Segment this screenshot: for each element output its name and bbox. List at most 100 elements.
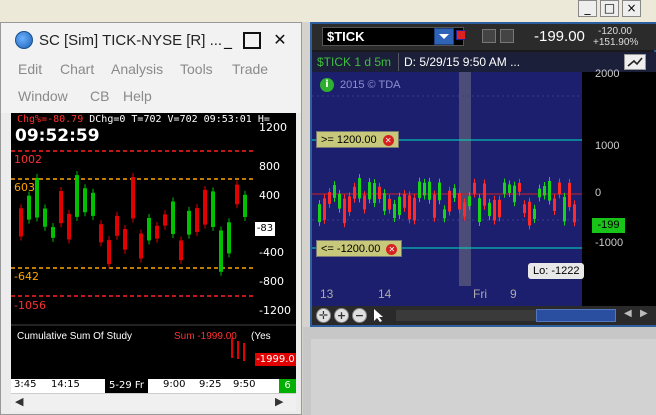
candle-body <box>219 230 223 272</box>
symbol-dropdown-icon[interactable] <box>434 28 454 45</box>
candle-body <box>533 208 536 219</box>
link-color-icon[interactable] <box>456 30 466 40</box>
candle-body <box>348 196 351 213</box>
candle-body <box>388 198 391 210</box>
candle-body <box>503 182 506 194</box>
candle-body <box>443 209 446 219</box>
candle-body <box>553 198 556 212</box>
level-label-neg642: -642 <box>14 270 39 283</box>
menu-cb[interactable]: CB <box>90 88 109 104</box>
globe-icon <box>15 31 33 49</box>
workspace-panel <box>311 339 656 415</box>
zoom-in-icon[interactable]: + <box>334 308 349 323</box>
sc-minimize-button[interactable]: _ <box>217 29 239 51</box>
tos-symbol-bar: $TICK -199.00 -120.00 +151.90% <box>312 24 656 50</box>
pan-icon[interactable]: ✛ <box>316 308 331 323</box>
study-bar <box>237 341 239 359</box>
candle-body <box>493 199 496 221</box>
candle-body <box>478 198 481 222</box>
change-pct-text: Chg%=-80.79 <box>17 114 84 125</box>
candle-body <box>523 204 526 214</box>
menu-analysis[interactable]: Analysis <box>111 61 163 77</box>
current-value-tag: -83 <box>255 222 275 236</box>
lower-alert-text: <= -1200.00 <box>321 243 381 255</box>
candle-body <box>423 182 426 196</box>
candle-body <box>428 181 431 200</box>
candle-body <box>187 210 191 235</box>
sc-clock: 09:52:59 <box>15 126 100 146</box>
scroll-right-icon[interactable]: ▶ <box>275 395 283 408</box>
info-icon[interactable]: i <box>320 78 334 92</box>
lower-alert-tag[interactable]: <= -1200.00 ✕ <box>316 240 403 257</box>
scroll-left-icon[interactable]: ◀ <box>624 308 632 319</box>
time-label: 9:50 <box>233 379 256 390</box>
time-label: 14:15 <box>51 379 80 390</box>
chart-scroll-track[interactable] <box>396 310 536 321</box>
candle-body <box>513 185 516 203</box>
sc-close-button[interactable]: ✕ <box>269 29 291 51</box>
menu-window[interactable]: Window <box>18 88 68 104</box>
candle-body <box>373 183 376 203</box>
candle-body <box>558 182 561 195</box>
candle-body <box>368 182 371 200</box>
candle-body <box>483 183 486 206</box>
candle-body <box>107 240 111 265</box>
date-marker: 5-29 Fr <box>105 379 149 393</box>
chart-settings-icon[interactable] <box>624 54 646 70</box>
candle-body <box>378 186 381 200</box>
minimize-button[interactable]: _ <box>578 0 597 17</box>
candle-body <box>573 204 576 223</box>
sc-chart-area[interactable]: Chg%=-80.79 DChg=0 T=702 V=702 09:53:01 … <box>11 113 296 379</box>
candle-body <box>163 214 167 226</box>
candle-body <box>43 208 47 227</box>
thinkorswim-chart-window: $TICK -199.00 -120.00 +151.90% $TICK 1 d… <box>310 22 656 327</box>
candle-body <box>328 192 331 204</box>
menu-trade[interactable]: Trade <box>232 61 268 77</box>
candle-body <box>468 196 471 207</box>
level-label-603: 603 <box>14 181 35 194</box>
chart-date-info: D: 5/29/15 9:50 AM ... <box>404 55 521 69</box>
candle-body <box>358 178 361 199</box>
candle-body <box>463 202 466 217</box>
candle-body <box>433 194 436 218</box>
menu-edit[interactable]: Edit <box>18 61 42 77</box>
candle-body <box>413 197 416 221</box>
candle-body <box>448 190 451 212</box>
candle-body <box>568 182 571 208</box>
candle-body <box>418 181 421 199</box>
chart-period[interactable]: $TICK 1 d 5m <box>317 55 391 69</box>
chart-scroll-thumb[interactable] <box>536 309 616 322</box>
scroll-right-icon[interactable]: ▶ <box>640 308 648 319</box>
candle-body <box>518 182 521 192</box>
chart-style-icon[interactable] <box>482 29 496 43</box>
price-axis-label: 2000 <box>595 68 620 80</box>
close-button[interactable]: × <box>622 0 641 17</box>
candle-body <box>538 188 541 198</box>
menu-chart[interactable]: Chart <box>60 61 94 77</box>
candle-body <box>59 191 63 224</box>
sc-time-axis: 3:45 14:15 5-29 Fr 9:00 9:25 9:50 6 <box>11 379 296 393</box>
tos-candlestick-chart <box>312 72 656 306</box>
maximize-button[interactable]: □ <box>600 0 619 17</box>
sc-window-title: SC [Sim] TICK-NYSE [R] ... <box>39 32 223 49</box>
menu-help[interactable]: Help <box>123 88 152 104</box>
candle-body <box>75 175 79 217</box>
upper-alert-tag[interactable]: >= 1200.00 ✕ <box>316 131 399 148</box>
level-label-neg1056: -1056 <box>14 299 46 312</box>
candle-body <box>393 203 396 218</box>
drawing-tool-icon[interactable] <box>500 29 514 43</box>
tos-chart-toolbar: ✛ + − ◀ ▶ <box>312 306 656 325</box>
sc-maximize-button[interactable] <box>243 32 261 49</box>
remove-alert-icon[interactable]: ✕ <box>386 244 398 255</box>
sc-titlebar[interactable]: SC [Sim] TICK-NYSE [R] ... _ ✕ <box>1 23 301 57</box>
menu-tools[interactable]: Tools <box>180 61 213 77</box>
tos-chart-area[interactable]: i 2015 © TDA >= 1200.00 ✕ <= -1200.00 ✕ … <box>312 68 656 306</box>
study-bar <box>243 343 245 361</box>
sc-horizontal-scrollbar[interactable]: ◀ ▶ <box>11 393 296 411</box>
scroll-left-icon[interactable]: ◀ <box>15 395 23 408</box>
remove-alert-icon[interactable]: ✕ <box>382 135 394 146</box>
candle-body <box>115 215 119 236</box>
candle-body <box>243 194 247 217</box>
cursor-icon[interactable] <box>372 308 384 323</box>
zoom-out-icon[interactable]: − <box>352 308 367 323</box>
